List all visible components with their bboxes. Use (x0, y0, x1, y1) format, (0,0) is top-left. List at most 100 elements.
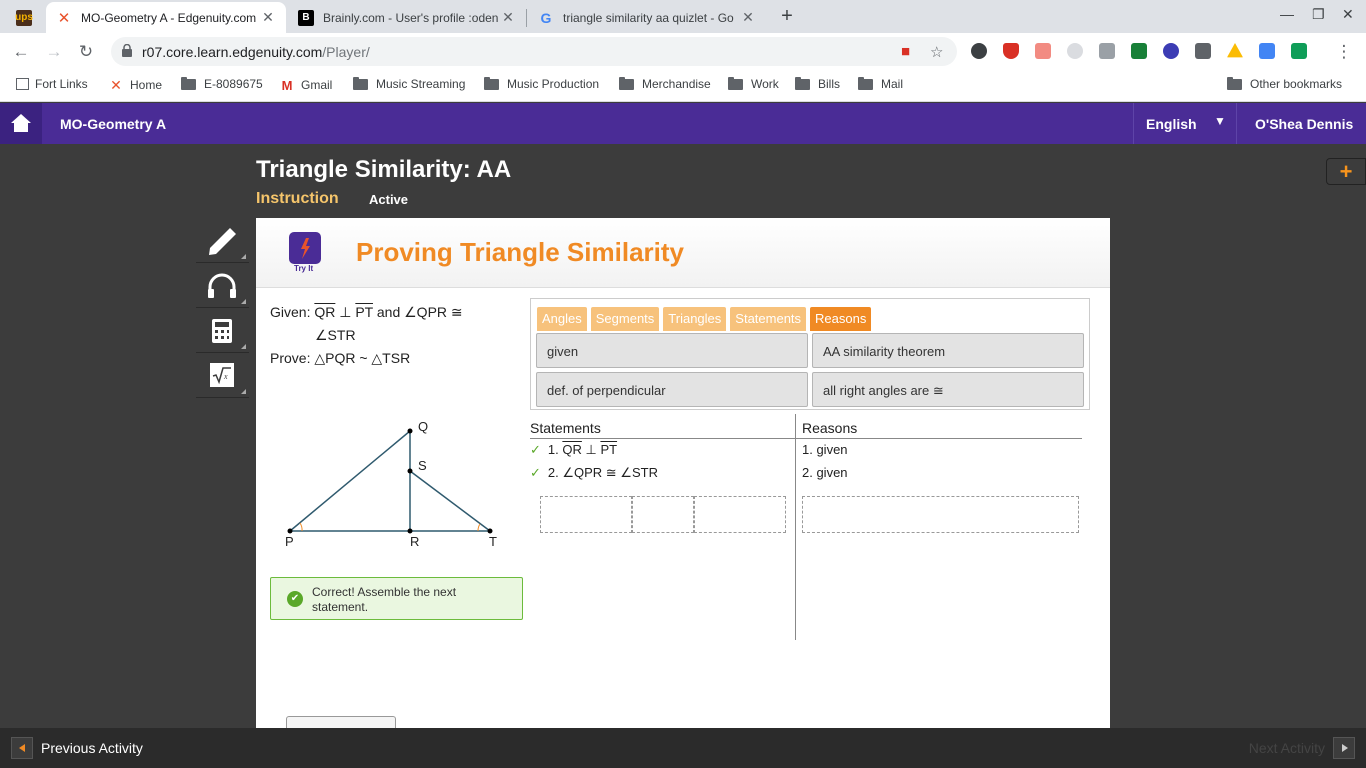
url-path: /Player/ (322, 44, 370, 60)
apps-icon (16, 78, 29, 90)
expand-plus-button[interactable]: + (1326, 158, 1366, 185)
folder-icon (353, 76, 368, 90)
extension-cast-icon[interactable] (1131, 43, 1147, 59)
column-divider (795, 414, 796, 640)
folder-icon (181, 76, 196, 90)
partial-button[interactable] (286, 716, 396, 728)
edgenuity-icon: ✕ (57, 9, 71, 27)
bookmark-merchandise[interactable]: Merchandise (619, 76, 711, 91)
bookmark-label: E-8089675 (204, 77, 263, 91)
bookmark-label: Mail (881, 77, 904, 91)
reason-drop-slot[interactable] (802, 496, 1079, 533)
arrow-left-icon (11, 737, 33, 759)
segment-qr: QR (562, 442, 582, 457)
course-title[interactable]: MO-Geometry A (60, 116, 166, 132)
statement-drop-slot-2[interactable] (632, 496, 694, 533)
browser-tab-ups[interactable]: ups (6, 2, 46, 33)
user-name[interactable]: O'Shea Dennis (1255, 116, 1353, 132)
statement-drop-slot-1[interactable] (540, 496, 632, 533)
tab-segments[interactable]: Segments (590, 307, 660, 331)
close-tab-icon[interactable]: ✕ (260, 9, 276, 26)
extension-shield-icon[interactable] (971, 43, 987, 59)
statement-row-1: ✓ 1. QR ⊥ PT (530, 442, 617, 458)
given-line: Given: QR ⊥ PT and ∠QPR ≅ (270, 301, 463, 324)
bookmark-label: Home (130, 78, 163, 92)
bookmark-music-streaming[interactable]: Music Streaming (353, 76, 466, 91)
new-tab-button[interactable]: + (776, 5, 798, 27)
lesson-title: Triangle Similarity: AA (256, 156, 512, 183)
close-tab-icon[interactable]: ✕ (500, 9, 516, 26)
formula-tool[interactable]: x (196, 353, 249, 398)
extension-location-icon[interactable] (1195, 43, 1211, 59)
extension-copy-icon[interactable] (1099, 43, 1115, 59)
bookmark-other[interactable]: Other bookmarks (1227, 76, 1343, 91)
bookmark-home[interactable]: ✕ Home (108, 77, 162, 93)
tile-aa-similarity[interactable]: AA similarity theorem (812, 333, 1084, 368)
extension-help-icon[interactable] (1067, 43, 1083, 59)
minimize-icon[interactable]: — (1280, 6, 1294, 22)
bookmark-mail[interactable]: Mail (858, 76, 904, 91)
folder-icon (795, 76, 810, 90)
bookmark-bills[interactable]: Bills (795, 76, 840, 91)
menu-icon[interactable]: ⋮ (1333, 41, 1355, 63)
tab-angles[interactable]: Angles (537, 307, 587, 331)
calculator-tool[interactable] (196, 308, 249, 353)
tab-statements[interactable]: Statements (730, 307, 807, 331)
bookmark-music-production[interactable]: Music Production (484, 76, 599, 91)
label-t: T (489, 534, 497, 549)
google-drive-icon[interactable] (1227, 43, 1243, 58)
extension-calendar-icon[interactable] (1259, 43, 1275, 59)
edgenuity-icon: ✕ (110, 76, 122, 93)
bookmark-label: Other bookmarks (1250, 77, 1343, 91)
tile-def-perpendicular[interactable]: def. of perpendicular (536, 372, 808, 407)
statement-text: 2. ∠QPR ≅ ∠STR (547, 465, 658, 480)
bookmark-label: Merchandise (642, 77, 711, 91)
browser-tab-google[interactable]: G triangle similarity aa quizlet - Go ✕ (528, 2, 766, 33)
bookmark-star-icon[interactable]: ☆ (930, 43, 943, 61)
check-icon: ✓ (530, 442, 541, 457)
camera-blocked-icon[interactable]: ■ (901, 43, 910, 60)
language-value: English (1146, 116, 1197, 132)
back-icon[interactable]: ← (10, 41, 32, 63)
bookmark-work[interactable]: Work (728, 76, 779, 91)
restore-icon[interactable]: ❐ (1312, 6, 1325, 23)
feedback-box: ✔ Correct! Assemble the next statement. (270, 577, 523, 620)
extension-classroom-icon[interactable] (1291, 43, 1307, 59)
audio-tool[interactable] (196, 263, 249, 308)
url-text: r07.core.learn.edgenuity.com/Player/ (142, 44, 370, 60)
given-line-2: ∠STR (315, 327, 356, 343)
home-button[interactable] (0, 103, 42, 144)
bookmark-fort-links[interactable]: Fort Links (16, 77, 88, 91)
window-close-icon[interactable]: ✕ (1342, 6, 1354, 23)
extension-adblock-icon[interactable] (1003, 43, 1019, 59)
forward-icon[interactable]: → (43, 41, 65, 63)
previous-activity-button[interactable]: Previous Activity (11, 737, 143, 759)
tile-right-angles[interactable]: all right angles are ≅ (812, 372, 1084, 407)
activity-header: Try It Proving Triangle Similarity (256, 218, 1110, 288)
bookmark-label: Music Streaming (376, 77, 466, 91)
bookmark-gmail[interactable]: M Gmail (279, 77, 333, 93)
try-it-icon (289, 232, 321, 264)
browser-tab-edgenuity[interactable]: ✕ MO-Geometry A - Edgenuity.com ✕ (46, 2, 286, 33)
statement-drop-slot-3[interactable] (694, 496, 786, 533)
tab-triangles[interactable]: Triangles (663, 307, 727, 331)
reason-row-1: 1. given (802, 442, 848, 457)
bookmark-e-8089675[interactable]: E-8089675 (181, 76, 263, 91)
reload-icon[interactable]: ↻ (75, 41, 97, 63)
brainly-icon: B (298, 9, 314, 26)
segment-qr: QR (314, 304, 336, 320)
language-select[interactable]: English ▼ (1133, 103, 1237, 144)
ups-icon: ups (15, 9, 33, 26)
next-activity-button[interactable]: Next Activity (1249, 737, 1355, 759)
label-p: P (285, 534, 294, 549)
extension-share-icon[interactable] (1035, 43, 1051, 59)
tile-given[interactable]: given (536, 333, 808, 368)
pencil-tool[interactable] (196, 218, 249, 263)
browser-tab-brainly[interactable]: B Brainly.com - User's profile :oden ✕ (288, 2, 526, 33)
tab-separator (526, 9, 527, 27)
close-tab-icon[interactable]: ✕ (740, 9, 756, 26)
address-bar[interactable]: r07.core.learn.edgenuity.com/Player/ ■ ☆ (111, 37, 957, 66)
tab-reasons[interactable]: Reasons (810, 307, 872, 331)
browser-tab-strip: ups ✕ MO-Geometry A - Edgenuity.com ✕ B … (0, 0, 1366, 33)
extension-c-icon[interactable] (1163, 43, 1179, 59)
